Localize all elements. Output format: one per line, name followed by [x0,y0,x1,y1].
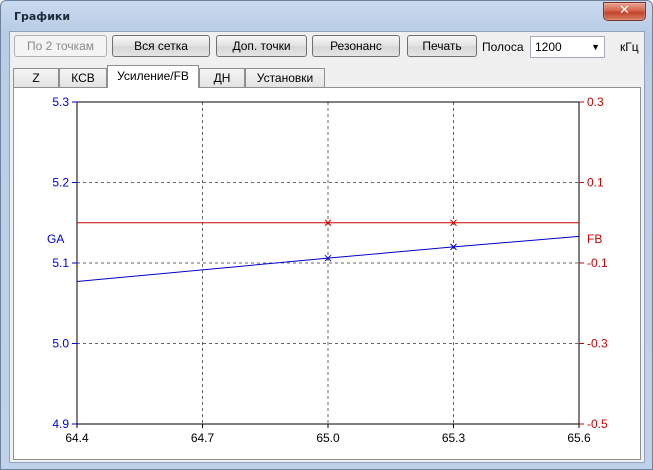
left-axis-tick-label: 5.3 [52,95,69,109]
right-axis-tick-label: 0.3 [587,95,604,109]
left-axis-tick-label: 5.1 [52,256,69,270]
band-select[interactable]: 1200 ▼ [530,36,605,58]
graphs-window: Графики ✕ По 2 точкам Вся сетка Доп. точ… [0,0,653,470]
x-axis-tick-label: 64.4 [65,431,89,445]
right-axis-tick-label: -0.3 [587,337,608,351]
tab-z[interactable]: Z [13,68,59,87]
chevron-down-icon[interactable]: ▼ [591,37,600,57]
band-label: Полоса [482,40,524,54]
left-axis-tick-label: 5.0 [52,337,69,351]
gain-fb-chart: 5.3 5.2 5.1 5.0 4.9 0.3 0.1 -0.1 -0.3 -0.5 64.4 64.… [47,95,608,445]
close-button[interactable]: ✕ [603,2,646,21]
right-axis-tick-label: -0.5 [587,417,608,431]
x-axis-tick-label: 65.0 [316,431,340,445]
x-axis-tick-label: 64.7 [191,431,215,445]
left-axis-tick-label: 5.2 [52,176,69,190]
x-axis-tick-label: 65.6 [567,431,591,445]
title-bar[interactable]: Графики ✕ [1,1,652,31]
tab-gain-fb[interactable]: Усиление/FB [107,65,199,88]
tab-swr[interactable]: КСВ [59,68,107,87]
left-axis-label: GA [47,232,64,246]
left-axis-tick-label: 4.9 [52,417,69,431]
window-client-area: По 2 точкам Вся сетка Доп. точки Резонан… [9,31,645,463]
all-grid-button[interactable]: Вся сетка [112,35,210,57]
gain-fb-panel: 5.3 5.2 5.1 5.0 4.9 0.3 0.1 -0.1 -0.3 -0.5 64.4 64.… [13,87,641,460]
band-select-value: 1200 [535,40,562,54]
right-axis-tick-label: 0.1 [587,176,604,190]
window-title: Графики [14,10,71,23]
two-points-button[interactable]: По 2 точкам [14,35,107,57]
tab-settings[interactable]: Установки [245,68,325,87]
right-axis-label: FB [587,232,602,246]
band-unit-label: кГц [620,40,639,54]
x-axis-tick-label: 65.3 [442,431,466,445]
print-button[interactable]: Печать [407,35,477,57]
resonance-button[interactable]: Резонанс [312,35,400,57]
tab-pattern[interactable]: ДН [199,68,245,87]
right-axis-tick-label: -0.1 [587,256,608,270]
extra-points-button[interactable]: Доп. точки [216,35,307,57]
